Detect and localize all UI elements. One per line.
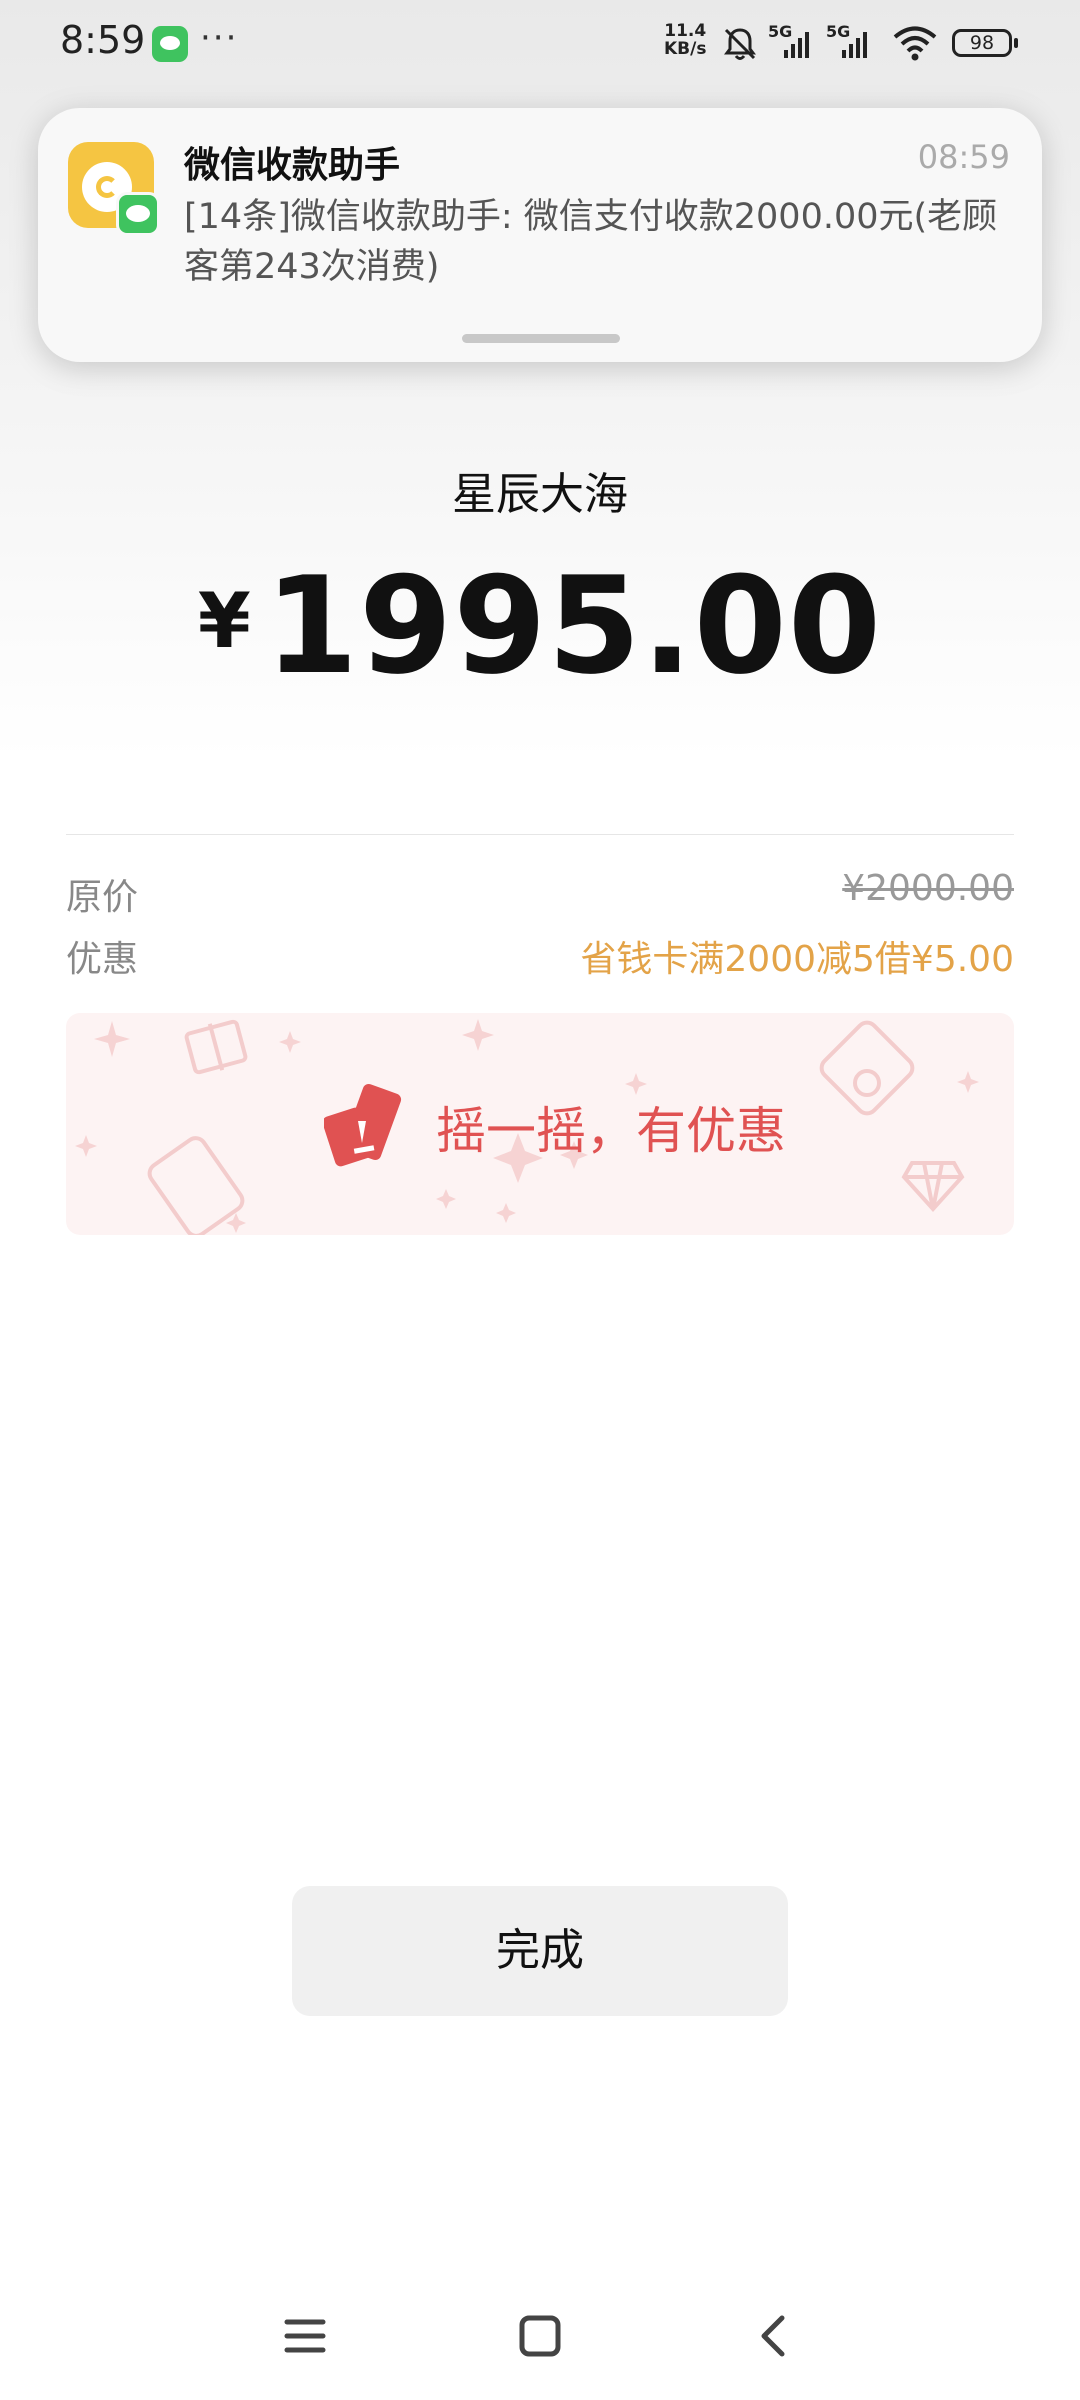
- status-bar: 8:59 ··· 11.4 KB/s 5G 5G 98: [0, 0, 1080, 90]
- net-speed: 11.4 KB/s: [664, 22, 706, 58]
- merchant-name: 星辰大海: [452, 469, 628, 520]
- original-price-label: 原价: [66, 877, 139, 918]
- status-time: 8:59: [60, 18, 146, 62]
- discount-label: 优惠: [66, 939, 139, 980]
- notification-card[interactable]: 微信收款助手 08:59 [14条]微信收款助手: 微信支付收款2000.00元…: [38, 108, 1042, 362]
- more-notifications: ···: [200, 18, 239, 58]
- original-price-value: ¥2000.00: [842, 868, 1014, 909]
- shake-phone-icon: [324, 1083, 402, 1167]
- menu-icon[interactable]: [275, 2306, 335, 2366]
- shake-banner-text: 摇一摇，有优惠: [436, 1102, 786, 1160]
- payment-amount: ¥1995.00: [0, 548, 1080, 704]
- currency-symbol: ¥: [197, 576, 251, 665]
- net-speed-unit: KB/s: [664, 39, 707, 59]
- battery-icon: 98: [952, 29, 1018, 57]
- system-nav-bar: [0, 2290, 1080, 2380]
- original-price-row: 原价 ¥2000.00: [66, 868, 1014, 918]
- home-square-icon[interactable]: [510, 2306, 570, 2366]
- notification-body: [14条]微信收款助手: 微信支付收款2000.00元(老顾客第243次消费): [184, 197, 998, 287]
- net-speed-value: 11.4: [664, 21, 707, 41]
- amount-value: 1995.00: [264, 548, 883, 704]
- signal-icon: 5G: [826, 22, 874, 62]
- notification-time: 08:59: [917, 138, 1010, 176]
- signal-label: 5G: [768, 22, 793, 41]
- wifi-icon: [893, 26, 937, 61]
- notification-title: 微信收款助手: [184, 145, 401, 186]
- divider: [66, 834, 1014, 835]
- signal-label: 5G: [826, 22, 851, 41]
- wechat-icon: [152, 26, 188, 62]
- done-button[interactable]: 完成: [292, 1886, 788, 2016]
- signal-icon: 5G: [768, 22, 816, 62]
- discount-row: 优惠 省钱卡满2000减5借¥5.00: [66, 930, 1014, 980]
- back-icon[interactable]: [744, 2306, 804, 2366]
- wechat-badge-icon: [116, 192, 160, 236]
- shake-promo-banner[interactable]: 摇一摇，有优惠: [66, 1013, 1014, 1235]
- notification-drag-handle[interactable]: [462, 334, 620, 343]
- discount-value: 省钱卡满2000减5借¥5.00: [580, 939, 1014, 980]
- bell-muted-icon: [724, 28, 756, 60]
